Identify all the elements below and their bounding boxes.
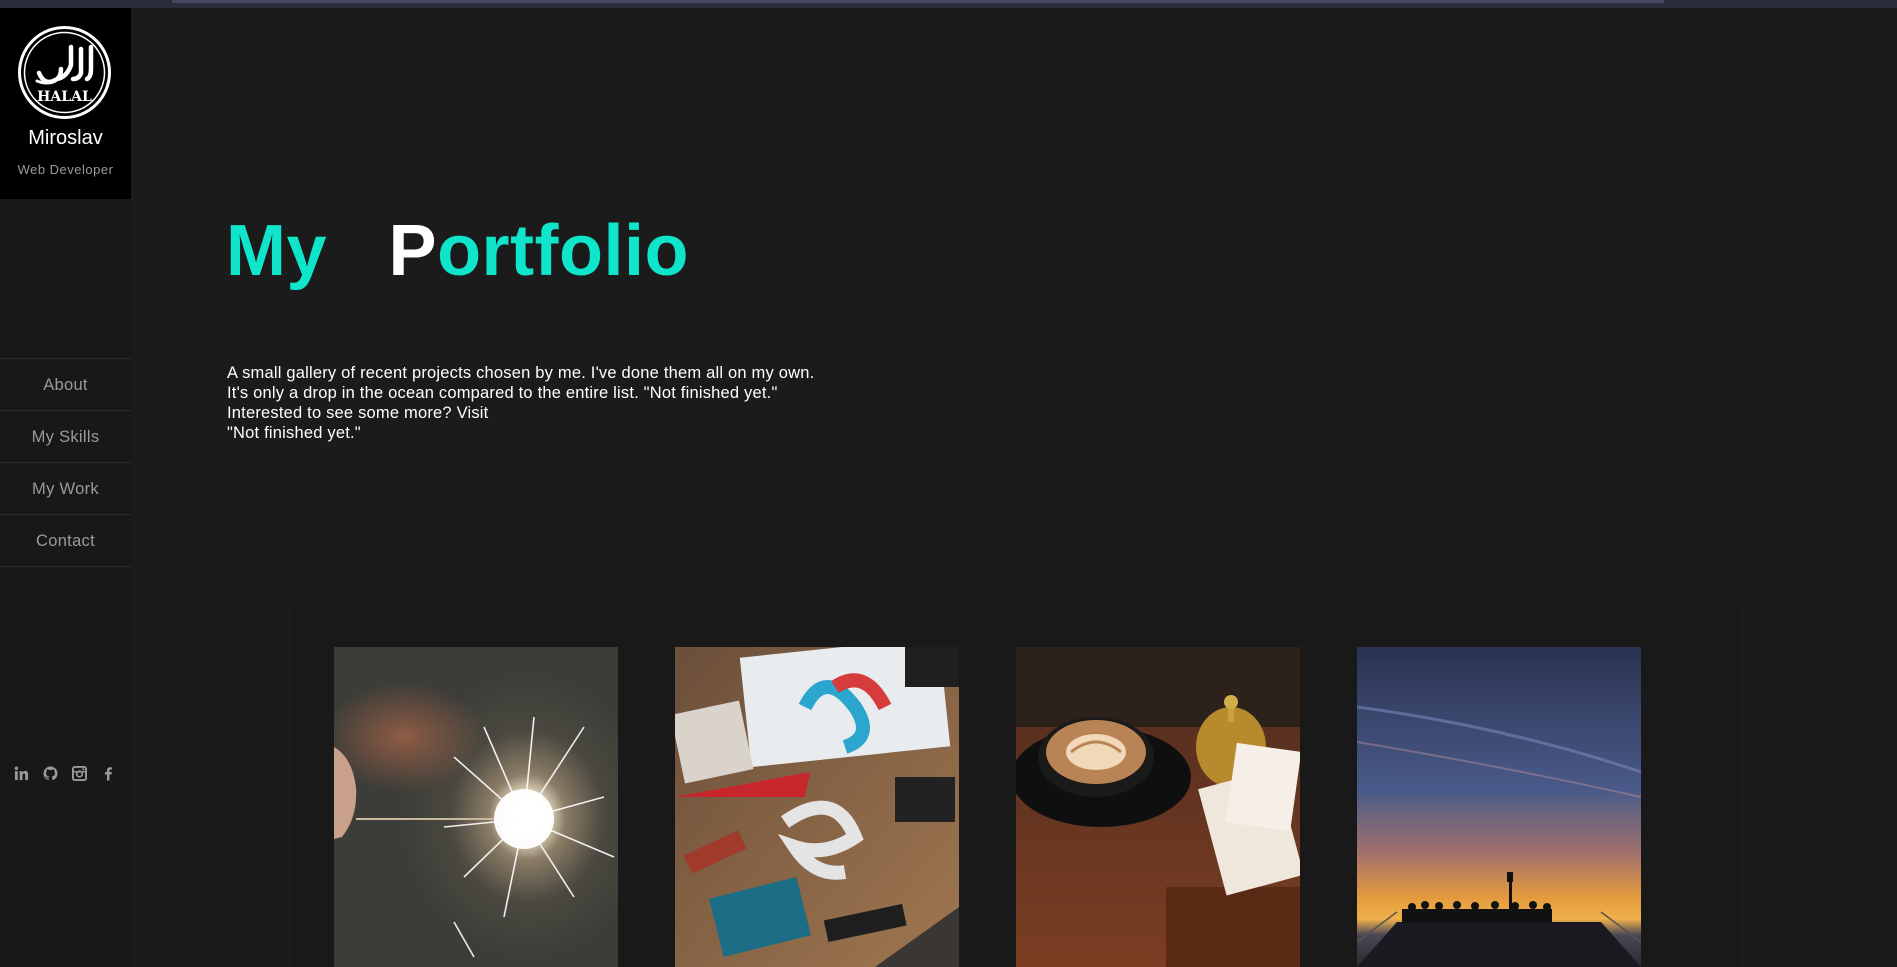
linkedin-icon[interactable] [14, 766, 29, 781]
intro-line: "Not finished yet." [227, 424, 361, 442]
back-to-school-image [675, 647, 959, 967]
gallery-item-pier-sunset[interactable] [1357, 647, 1641, 967]
brand-block: HALAL Miroslav Web Developer [0, 8, 131, 199]
intro-line: It's only a drop in the ocean compared t… [227, 384, 778, 402]
browser-top-bar [0, 0, 1897, 8]
logo-text: HALAL [37, 89, 92, 105]
title-initial: P [388, 211, 438, 291]
nav-item-about[interactable]: About [0, 359, 131, 411]
sparkler-image [334, 647, 618, 967]
social-links [14, 766, 116, 781]
gallery-item-sparkler[interactable] [334, 647, 618, 967]
brand-name: Miroslav [28, 127, 103, 149]
title-word-my: My [226, 211, 328, 291]
intro-line: A small gallery of recent projects chose… [227, 364, 815, 382]
nav-item-my-skills[interactable]: My Skills [0, 411, 131, 463]
portfolio-gallery [291, 603, 1739, 967]
intro-line: Interested to see some more? Visit [227, 404, 489, 422]
nav-item-contact[interactable]: Contact [0, 515, 131, 567]
instagram-icon[interactable] [72, 766, 87, 781]
latte-image [1016, 647, 1300, 967]
nav-item-my-work[interactable]: My Work [0, 463, 131, 515]
github-icon[interactable] [43, 766, 58, 781]
gallery-item-back-to-school[interactable] [675, 647, 959, 967]
gallery-item-latte[interactable] [1016, 647, 1300, 967]
halal-logo[interactable]: HALAL [17, 25, 112, 120]
main-nav: About My Skills My Work Contact [0, 358, 131, 567]
page-title: My Portfolio [226, 210, 689, 292]
title-word-rest: ortfolio [437, 211, 689, 291]
brand-role: Web Developer [17, 162, 114, 177]
sidebar: HALAL Miroslav Web Developer About My Sk… [0, 8, 131, 967]
pier-sunset-image [1357, 647, 1641, 967]
facebook-icon[interactable] [101, 766, 116, 781]
intro-text: A small gallery of recent projects chose… [227, 363, 814, 443]
scroll-indicator [172, 0, 1664, 3]
